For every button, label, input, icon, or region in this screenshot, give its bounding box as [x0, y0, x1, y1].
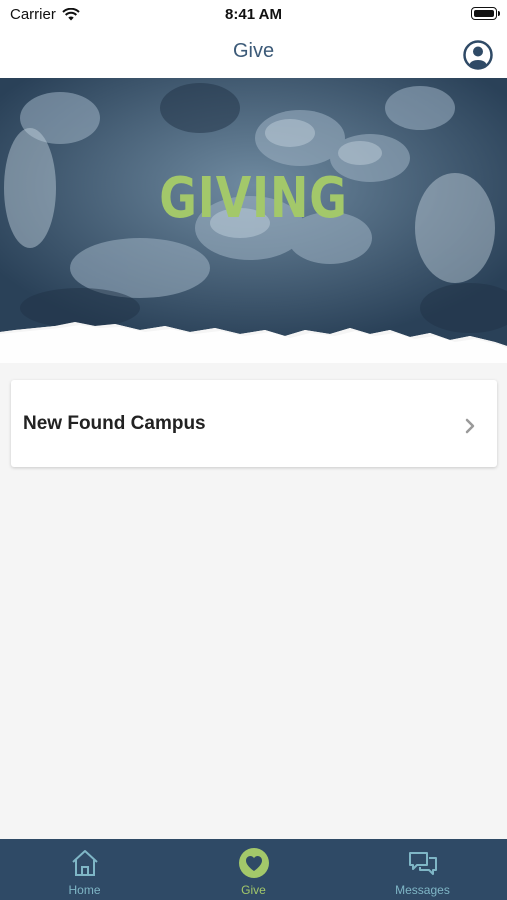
tab-messages[interactable]: Messages [338, 839, 507, 900]
tab-home[interactable]: Home [0, 839, 169, 900]
tab-give[interactable]: Give [169, 839, 338, 900]
tab-give-label: Give [241, 883, 266, 897]
tab-home-label: Home [68, 883, 101, 897]
tab-bar: Home Give Messages [0, 839, 507, 900]
tab-messages-label: Messages [395, 883, 450, 897]
hero-banner: GIVING [0, 78, 507, 363]
page-title: Give [232, 40, 275, 62]
campus-list-item[interactable]: New Found Campus [11, 380, 497, 467]
home-icon [71, 850, 98, 876]
campus-name: New Found Campus [23, 413, 206, 434]
profile-icon[interactable] [463, 40, 493, 70]
hero-title: GIVING [159, 166, 348, 231]
nav-bar: Give [0, 28, 507, 78]
battery-icon [471, 7, 500, 20]
chat-bubbles-icon [408, 852, 437, 875]
status-time: 8:41 AM [225, 6, 282, 23]
status-bar: Carrier 8:41 AM [0, 0, 507, 28]
heart-icon [238, 848, 269, 878]
chevron-right-icon [465, 418, 475, 434]
